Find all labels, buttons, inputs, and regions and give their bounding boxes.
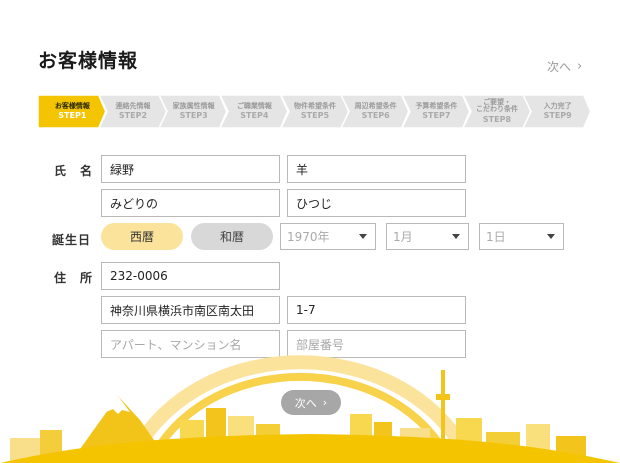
- first-name-field[interactable]: 羊: [287, 155, 466, 183]
- name-label: 氏 名: [54, 164, 94, 178]
- step-5: 物件希望条件 STEP5: [280, 95, 350, 128]
- first-name-kana-field[interactable]: ひつじ: [287, 189, 466, 217]
- postal-code-field[interactable]: 232-0006: [101, 262, 280, 290]
- chevron-right-icon: ›: [577, 59, 583, 74]
- step-6: 周辺希望条件 STEP6: [341, 95, 410, 128]
- page-title: お客様情報: [38, 50, 139, 72]
- month-value: 1月: [393, 230, 413, 244]
- step-8: ご要望・ こだわり条件 STEP8: [462, 95, 532, 128]
- step-title: 入力完了: [543, 101, 572, 110]
- step-number: STEP8: [482, 114, 512, 124]
- step-4: ご職業情報 STEP4: [220, 95, 289, 128]
- step-number: STEP2: [118, 110, 148, 120]
- step-title: 予算希望条件: [415, 101, 458, 110]
- last-name-kana-field[interactable]: みどりの: [101, 189, 280, 217]
- step-number: STEP5: [300, 110, 330, 120]
- step-title: お客様情報: [54, 101, 90, 110]
- address2-field[interactable]: 1-7: [287, 296, 466, 324]
- next-button-top[interactable]: 次へ ›: [547, 58, 582, 75]
- step-number: STEP9: [543, 110, 572, 120]
- era-western-button[interactable]: 西暦: [101, 223, 183, 250]
- step-number: STEP6: [361, 110, 390, 120]
- step-2: 連絡先情報 STEP2: [98, 95, 168, 128]
- birthday-label: 誕生日: [52, 233, 92, 247]
- step-title: 周辺希望条件: [354, 101, 397, 110]
- era-japanese-button[interactable]: 和暦: [191, 223, 273, 250]
- step-number: STEP7: [422, 110, 451, 120]
- step-progress: お客様情報 STEP1 連絡先情報 STEP2 家族属性情報 STEP3 ご職業情報 STEP…: [38, 95, 592, 128]
- caret-down-icon: [452, 234, 460, 239]
- month-select[interactable]: 1月: [386, 223, 469, 250]
- address1-field[interactable]: 神奈川県横浜市南区南太田: [101, 296, 280, 324]
- tower-deck: [436, 394, 450, 400]
- step-7: 予算希望条件 STEP7: [402, 95, 471, 128]
- next-label: 次へ: [547, 60, 572, 74]
- caret-down-icon: [547, 234, 555, 239]
- step-1: お客様情報 STEP1: [38, 95, 107, 128]
- last-name-field[interactable]: 緑野: [101, 155, 280, 183]
- step-title: 連絡先情報: [115, 101, 151, 110]
- step-number: STEP4: [240, 110, 269, 120]
- step-title: ご職業情報: [236, 101, 272, 110]
- step-title: 家族属性情報: [172, 101, 215, 110]
- next-button-bottom[interactable]: 次へ ›: [281, 390, 341, 415]
- step-title: ご要望・ こだわり条件: [475, 97, 518, 114]
- step-title: 物件希望条件: [293, 101, 336, 110]
- day-value: 1日: [486, 230, 506, 244]
- step-3: 家族属性情報 STEP3: [159, 95, 228, 128]
- caret-down-icon: [359, 234, 367, 239]
- chevron-right-icon: ›: [322, 396, 328, 409]
- next-label: 次へ: [294, 396, 317, 410]
- day-select[interactable]: 1日: [479, 223, 564, 250]
- step-number: STEP3: [179, 110, 208, 120]
- step-number: STEP1: [58, 110, 87, 120]
- address-label: 住 所: [54, 271, 94, 285]
- year-select[interactable]: 1970年: [280, 223, 376, 250]
- step-9: 入力完了 STEP9: [523, 95, 592, 128]
- year-value: 1970年: [287, 230, 330, 244]
